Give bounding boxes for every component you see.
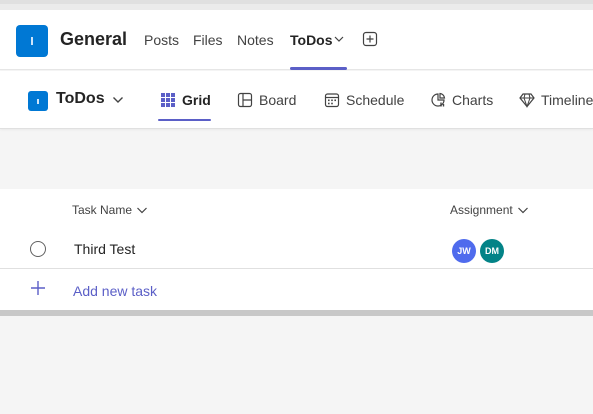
tab-files[interactable]: Files — [193, 32, 223, 48]
chevron-down-icon[interactable] — [334, 34, 344, 44]
task-grid: Task Name Assignment Third Test JW DM Ad… — [0, 189, 593, 310]
view-tab-timeline[interactable]: Timeline — [519, 90, 593, 110]
add-new-task-row[interactable]: Add new task — [0, 270, 593, 310]
avatar[interactable]: JW — [452, 239, 476, 263]
column-header-assignment[interactable]: Assignment — [450, 203, 529, 217]
complete-task-checkbox[interactable] — [30, 241, 46, 257]
grid-icon — [161, 93, 175, 107]
app-toolbar: ToDos Grid Board Schedule Charts Timelin… — [0, 71, 593, 129]
view-tab-label: Board — [259, 92, 297, 108]
column-header-label: Task Name — [72, 203, 133, 217]
channel-name: General — [60, 29, 128, 49]
tab-posts[interactable]: Posts — [144, 32, 179, 48]
chevron-down-icon[interactable] — [112, 95, 124, 105]
channel-header: General Posts Files Notes ToDos — [0, 10, 593, 70]
add-new-task-button[interactable]: Add new task — [73, 283, 157, 299]
horizontal-scrollbar[interactable] — [0, 310, 593, 316]
view-tab-board[interactable]: Board — [237, 90, 296, 110]
view-tab-grid[interactable]: Grid — [160, 90, 211, 110]
diamond-icon — [519, 93, 535, 108]
task-name[interactable]: Third Test — [74, 241, 135, 257]
view-tab-schedule[interactable]: Schedule — [324, 90, 404, 110]
plan-name[interactable]: ToDos — [56, 90, 105, 108]
plus-icon[interactable] — [30, 280, 46, 296]
view-tab-label: Schedule — [346, 92, 405, 108]
table-row[interactable]: Third Test JW DM — [0, 229, 593, 269]
chevron-down-icon — [517, 207, 528, 214]
board-icon — [237, 92, 253, 108]
chevron-down-icon — [137, 207, 147, 214]
active-view-indicator — [158, 119, 211, 121]
tab-notes[interactable]: Notes — [237, 32, 274, 48]
view-tab-label: Grid — [182, 92, 211, 108]
team-avatar[interactable] — [16, 25, 48, 57]
chart-icon — [431, 92, 446, 107]
view-tab-label: Charts — [452, 92, 494, 108]
window-top-edge — [0, 0, 593, 4]
column-header-task-name[interactable]: Task Name — [72, 203, 148, 217]
column-header-label: Assignment — [450, 203, 513, 217]
avatar[interactable]: DM — [480, 239, 504, 263]
tab-todos[interactable]: ToDos — [290, 32, 333, 48]
window-top-strip — [0, 0, 593, 10]
active-tab-indicator — [290, 67, 347, 70]
plan-icon — [28, 91, 48, 111]
view-tab-charts[interactable]: Charts — [430, 90, 493, 110]
calendar-icon — [324, 93, 340, 108]
add-tab-icon[interactable] — [362, 31, 378, 47]
view-tab-label: Timeline — [541, 92, 593, 108]
